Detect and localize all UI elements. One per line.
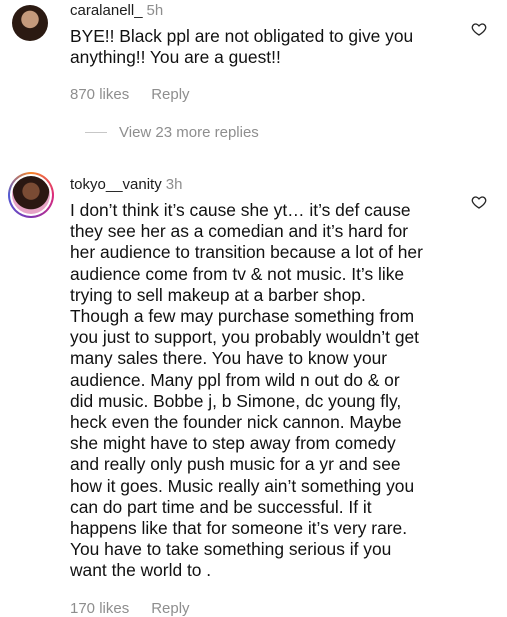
- likes-count[interactable]: 170 likes: [70, 600, 129, 617]
- comment-text: BYE!! Black ppl are not obligated to giv…: [70, 26, 414, 68]
- username[interactable]: caralanell_: [70, 2, 143, 19]
- comment-meta: 870 likes Reply: [70, 86, 461, 103]
- timestamp: 3h: [165, 176, 183, 193]
- reply-button[interactable]: Reply: [151, 600, 189, 617]
- comment-header: tokyo__vanity 3h: [70, 174, 461, 196]
- heart-icon[interactable]: [471, 194, 487, 210]
- avatar-image: [12, 5, 48, 41]
- replies-divider: [85, 132, 107, 133]
- view-more-replies[interactable]: View 23 more replies: [85, 124, 259, 141]
- view-replies-label: View 23 more replies: [119, 124, 259, 141]
- avatar-image: [12, 176, 50, 214]
- reply-button[interactable]: Reply: [151, 86, 189, 103]
- comment-header: caralanell_ 5h: [70, 0, 461, 22]
- avatar-inner: [10, 174, 52, 216]
- likes-count[interactable]: 870 likes: [70, 86, 129, 103]
- comment-body: caralanell_ 5h BYE!! Black ppl are not ob…: [70, 0, 461, 103]
- comment-text: I don’t think it’s cause she yt… it’s de…: [70, 200, 423, 581]
- comment-body: tokyo__vanity 3h I don’t think it’s cause…: [70, 174, 461, 617]
- timestamp: 5h: [146, 2, 164, 19]
- avatar[interactable]: [12, 5, 48, 41]
- comment-meta: 170 likes Reply: [70, 600, 461, 617]
- avatar[interactable]: [8, 172, 54, 218]
- username[interactable]: tokyo__vanity: [70, 176, 162, 193]
- heart-icon[interactable]: [471, 21, 487, 37]
